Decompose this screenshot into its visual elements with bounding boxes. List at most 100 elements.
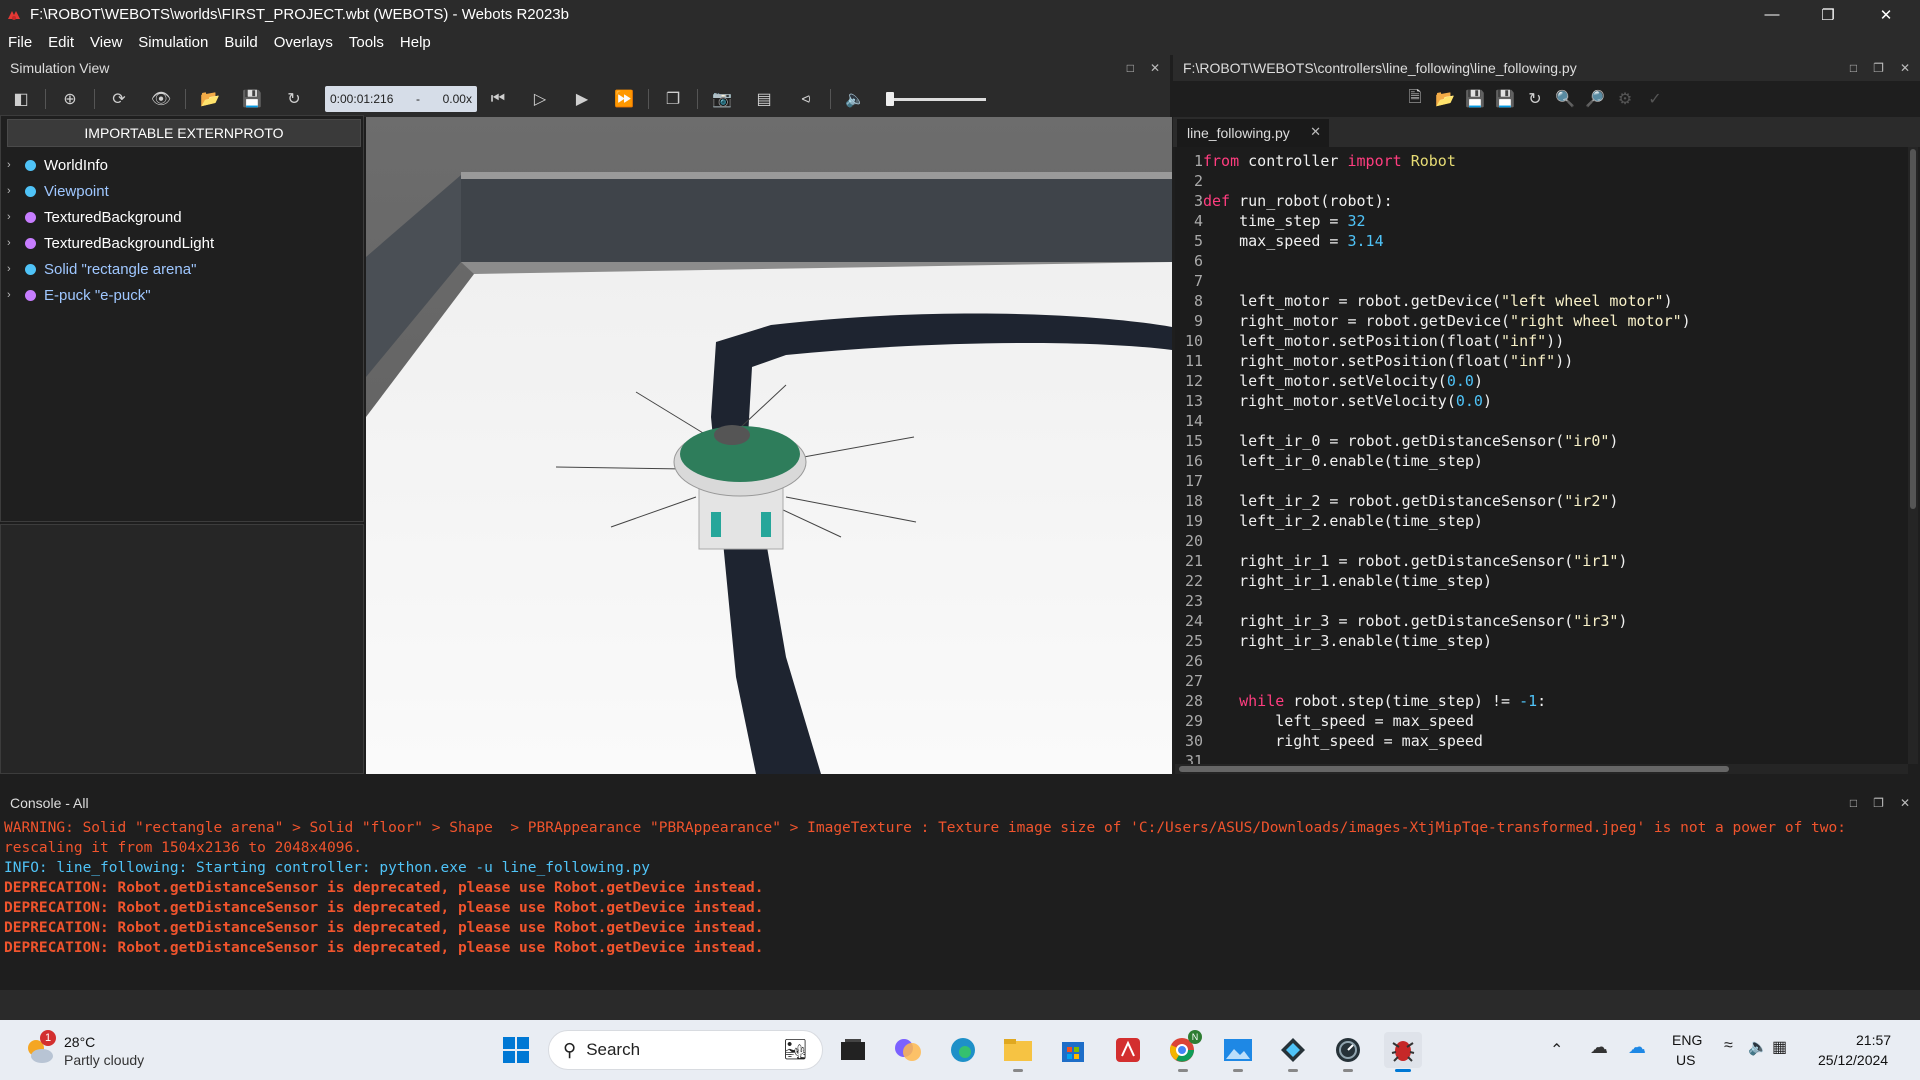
onedrive-cloud-icon[interactable]: ☁ [1628, 1037, 1646, 1058]
close-panel-icon[interactable]: ✕ [1150, 61, 1160, 75]
tree-item-viewpoint[interactable]: › Viewpoint [7, 180, 109, 202]
importable-externproto-button[interactable]: IMPORTABLE EXTERNPROTO [7, 119, 361, 147]
taskbar-search[interactable]: ⚲ Search 🏜 [548, 1030, 823, 1070]
editor-vertical-scrollbar[interactable] [1908, 147, 1918, 764]
build-icon[interactable]: ⚙ [1615, 89, 1635, 109]
node-dot-icon [25, 237, 36, 249]
fast-forward-icon[interactable]: ⏩ [614, 89, 634, 109]
copilot-app[interactable] [889, 1032, 927, 1068]
add-node-icon[interactable]: ⊕ [60, 89, 80, 109]
share-icon[interactable]: ⪦ [796, 89, 816, 109]
close-panel-icon[interactable]: ✕ [1900, 796, 1910, 810]
menu-tools[interactable]: Tools [341, 34, 392, 51]
reset-viewpoint-icon[interactable]: ⟳ [109, 89, 129, 109]
chevron-right-icon[interactable]: › [7, 289, 17, 301]
menu-edit[interactable]: Edit [40, 34, 82, 51]
reset-simulation-icon[interactable]: ⏮ [488, 89, 508, 109]
float-panel-icon[interactable]: □ [1127, 61, 1134, 75]
tree-item-rectangle-arena[interactable]: › Solid "rectangle arena" [7, 258, 196, 280]
toggle-scene-tree-icon[interactable]: ◧ [11, 89, 31, 109]
open-file-icon[interactable]: 📂 [1435, 89, 1455, 109]
menu-file[interactable]: File [0, 34, 40, 51]
tree-item-worldinfo[interactable]: › WorldInfo [7, 154, 108, 176]
tree-item-texturedbackground[interactable]: › TexturedBackground [7, 206, 182, 228]
language-primary[interactable]: ENG [1672, 1032, 1702, 1048]
close-panel-icon[interactable]: ✕ [1900, 61, 1910, 75]
arena-wall-top [461, 172, 1172, 179]
tree-item-epuck[interactable]: › E-puck "e-puck" [7, 284, 151, 306]
menu-build[interactable]: Build [216, 34, 265, 51]
volume-slider[interactable] [886, 89, 986, 109]
robot-speaker [714, 425, 750, 445]
replace-icon[interactable]: 🔎 [1585, 89, 1605, 109]
menu-simulation[interactable]: Simulation [130, 34, 216, 51]
weather-widget[interactable]: 1 28°C Partly cloudy [22, 1030, 172, 1070]
scroll-thumb[interactable] [1179, 766, 1729, 772]
code-line: 15 left_ir_0 = robot.getDistanceSensor("… [1175, 431, 1618, 451]
wifi-icon[interactable]: ≈ [1724, 1037, 1733, 1055]
find-icon[interactable]: 🔍 [1555, 89, 1575, 109]
volume-knob[interactable] [886, 92, 894, 106]
chevron-right-icon[interactable]: › [7, 159, 17, 171]
onedrive-personal-icon[interactable]: ☁ [1590, 1037, 1608, 1058]
edge-app[interactable] [944, 1032, 982, 1068]
start-button[interactable] [497, 1032, 535, 1068]
close-button[interactable]: ✕ [1858, 0, 1914, 29]
close-tab-icon[interactable]: ✕ [1310, 124, 1321, 140]
clean-icon[interactable]: ✓ [1645, 89, 1665, 109]
reload-world-icon[interactable]: ↻ [284, 89, 304, 109]
acrobat-app[interactable] [1109, 1032, 1147, 1068]
chevron-right-icon[interactable]: › [7, 211, 17, 223]
volume-icon[interactable]: 🔈 [1748, 1037, 1768, 1057]
scroll-thumb[interactable] [1910, 149, 1916, 509]
new-file-icon[interactable]: 🗎 [1405, 89, 1425, 109]
step-icon[interactable]: ▷ [530, 89, 550, 109]
float-panel-icon[interactable]: □ [1850, 796, 1857, 810]
render-toggle-icon[interactable]: ❐ [663, 89, 683, 109]
webots-app[interactable] [1384, 1032, 1422, 1072]
save-all-icon[interactable]: 💾 [1495, 89, 1515, 109]
menu-help[interactable]: Help [392, 34, 439, 51]
chevron-right-icon[interactable]: › [7, 185, 17, 197]
code-line: 21 right_ir_1 = robot.getDistanceSensor(… [1175, 551, 1628, 571]
maximize-panel-icon[interactable]: ❐ [1873, 61, 1884, 75]
view-icon[interactable]: 👁 [151, 89, 171, 109]
restore-button[interactable]: ❐ [1800, 0, 1856, 29]
toolbar-separator [185, 89, 186, 109]
file-explorer-app[interactable] [999, 1032, 1037, 1072]
battery-icon[interactable]: ▦ [1772, 1037, 1787, 1057]
clock-time[interactable]: 21:57 [1856, 1032, 1891, 1048]
3d-viewport[interactable] [366, 117, 1172, 774]
tab-line-following[interactable]: line_following.py ✕ [1177, 119, 1329, 147]
line-number: 14 [1184, 412, 1203, 430]
code-editor[interactable]: 1from controller import Robot 2 3def run_r… [1175, 147, 1910, 764]
revert-icon[interactable]: ↻ [1525, 89, 1545, 109]
gauge-app[interactable] [1329, 1032, 1367, 1072]
store-app[interactable] [1054, 1032, 1092, 1068]
maximize-panel-icon[interactable]: ❐ [1873, 796, 1884, 810]
language-secondary[interactable]: US [1676, 1052, 1695, 1068]
image-viewer-app[interactable] [1219, 1032, 1257, 1072]
chevron-up-icon[interactable]: ⌃ [1550, 1040, 1563, 1060]
clock-date[interactable]: 25/12/2024 [1818, 1052, 1888, 1068]
editor-horizontal-scrollbar[interactable] [1175, 764, 1908, 774]
tree-item-texturedbackgroundlight[interactable]: › TexturedBackgroundLight [7, 232, 214, 254]
menu-overlays[interactable]: Overlays [266, 34, 341, 51]
float-panel-icon[interactable]: □ [1850, 61, 1857, 75]
play-icon[interactable]: ▶ [572, 89, 592, 109]
open-world-icon[interactable]: 📂 [200, 89, 220, 109]
chevron-right-icon[interactable]: › [7, 263, 17, 275]
menu-view[interactable]: View [82, 34, 130, 51]
chrome-app[interactable]: N [1164, 1030, 1202, 1072]
minimize-button[interactable]: — [1744, 0, 1800, 29]
screenshot-icon[interactable]: 📷 [712, 89, 732, 109]
save-world-icon[interactable]: 💾 [242, 89, 262, 109]
code-text: from controller import Robot [1203, 152, 1456, 170]
mute-icon[interactable]: 🔈 [845, 89, 865, 109]
record-movie-icon[interactable]: ▤ [754, 89, 774, 109]
save-file-icon[interactable]: 💾 [1465, 89, 1485, 109]
task-view-button[interactable] [834, 1032, 872, 1068]
chevron-right-icon[interactable]: › [7, 237, 17, 249]
simulation-time: 0:00:01:216 [330, 92, 394, 106]
vscode-app[interactable] [1274, 1032, 1312, 1072]
